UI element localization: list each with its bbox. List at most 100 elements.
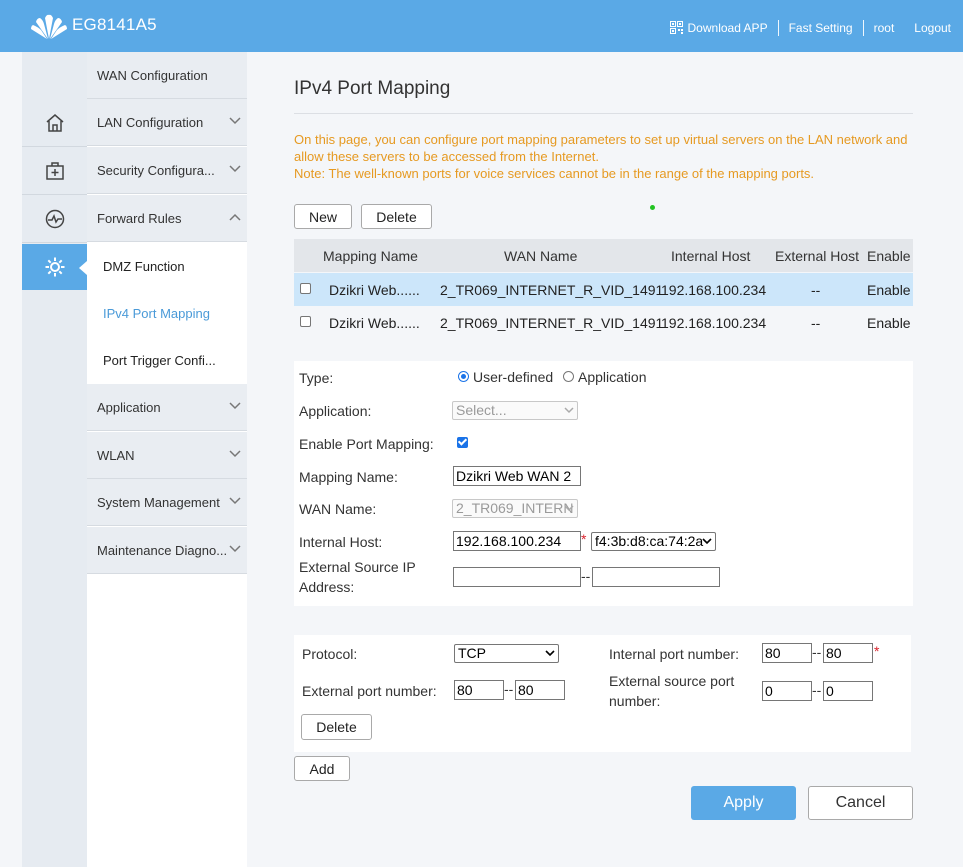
type-user-defined-radio[interactable] xyxy=(458,371,469,382)
protocol-select-value: TCP xyxy=(458,645,486,661)
qr-code-icon xyxy=(669,21,683,34)
logout-link[interactable]: Logout xyxy=(914,21,951,35)
cancel-button[interactable]: Cancel xyxy=(808,786,913,820)
wan-name-label: WAN Name: xyxy=(299,501,377,517)
rail-status[interactable] xyxy=(22,196,87,242)
type-application-label: Application xyxy=(578,369,647,385)
side-menu: WAN Configuration LAN Configuration Secu… xyxy=(87,52,247,867)
page-notice: On this page, you can configure port map… xyxy=(294,131,914,182)
application-select-value: Select... xyxy=(456,402,507,418)
chevron-down-icon xyxy=(564,505,574,512)
row-checkbox[interactable] xyxy=(300,316,311,327)
external-port-end-input[interactable] xyxy=(515,680,565,700)
menu-system-management[interactable]: System Management xyxy=(87,479,247,526)
application-select[interactable]: Select... xyxy=(452,401,578,420)
status-dot xyxy=(650,205,655,210)
link-divider xyxy=(777,20,779,36)
col-enable: Enable xyxy=(867,248,911,264)
table-header: Mapping Name WAN Name Internal Host Exte… xyxy=(294,239,913,272)
table-row[interactable]: Dzikri Web...... 2_TR069_INTERNET_R_VID_… xyxy=(294,306,913,339)
required-mark: * xyxy=(874,643,880,659)
enable-port-mapping-checkbox[interactable] xyxy=(457,437,468,448)
rail-divider xyxy=(22,194,87,195)
cell-enable: Enable xyxy=(867,282,911,298)
menu-security-configuration[interactable]: Security Configura... xyxy=(87,147,247,194)
submenu-label: Port Trigger Confi... xyxy=(103,353,216,368)
range-separator: -- xyxy=(812,682,822,698)
user-name: root xyxy=(873,21,895,35)
pulse-monitor-icon xyxy=(45,209,64,229)
add-port-range-button[interactable]: Add xyxy=(294,756,350,781)
mapping-form: Type: User-defined Application Applicati… xyxy=(294,361,913,606)
submenu-port-trigger[interactable]: Port Trigger Confi... xyxy=(87,337,247,384)
chevron-down-icon xyxy=(545,650,555,657)
external-port-start-input[interactable] xyxy=(454,680,504,700)
menu-wan-configuration[interactable]: WAN Configuration xyxy=(87,52,247,99)
fast-setting-link[interactable]: Fast Setting xyxy=(789,21,853,35)
device-model-title: EG8141A5 xyxy=(72,15,157,34)
menu-forward-rules[interactable]: Forward Rules xyxy=(87,195,247,242)
notice-description: On this page, you can configure port map… xyxy=(294,132,908,164)
external-source-ip-start-input[interactable] xyxy=(453,567,581,587)
menu-label: WLAN xyxy=(97,448,135,463)
chevron-down-icon xyxy=(229,117,241,125)
menu-label: Maintenance Diagno... xyxy=(97,543,228,558)
delete-button[interactable]: Delete xyxy=(361,204,432,229)
menu-label: Security Configura... xyxy=(97,163,215,178)
external-source-ip-end-input[interactable] xyxy=(592,567,720,587)
internal-host-input[interactable] xyxy=(453,531,581,551)
wan-name-select[interactable]: 2_TR069_INTERN xyxy=(452,499,578,518)
submenu-dmz-function[interactable]: DMZ Function xyxy=(87,243,247,290)
internal-port-start-input[interactable] xyxy=(762,643,812,663)
row-checkbox[interactable] xyxy=(300,283,311,294)
page-title: IPv4 Port Mapping xyxy=(294,78,451,99)
type-user-defined-label: User-defined xyxy=(473,369,554,385)
chevron-down-icon xyxy=(229,545,241,553)
menu-application[interactable]: Application xyxy=(87,384,247,431)
main-content: IPv4 Port Mapping On this page, you can … xyxy=(247,52,963,867)
apply-button[interactable]: Apply xyxy=(691,786,796,820)
cell-enable: Enable xyxy=(867,315,911,331)
mac-address-select-value: f4:3b:d8:ca:74:2a xyxy=(595,533,704,549)
new-button[interactable]: New xyxy=(294,204,352,229)
cell-internal-host: 192.168.100.234 xyxy=(661,315,767,331)
chevron-down-icon xyxy=(229,497,241,505)
notice-warning: Note: The well-known ports for voice ser… xyxy=(294,166,815,181)
cell-wan-name: 2_TR069_INTERNET_R_VID_1491 xyxy=(440,315,664,331)
submenu-ipv4-port-mapping[interactable]: IPv4 Port Mapping xyxy=(87,290,247,337)
rail-divider xyxy=(22,146,87,147)
rail-advanced[interactable] xyxy=(22,244,87,290)
icon-rail xyxy=(22,52,87,867)
mac-address-select[interactable]: f4:3b:d8:ca:74:2a xyxy=(591,532,716,551)
internal-host-label: Internal Host: xyxy=(299,534,383,550)
protocol-select[interactable]: TCP xyxy=(454,644,559,663)
menu-maintenance-diagnosis[interactable]: Maintenance Diagno... xyxy=(87,527,247,574)
menu-label: Forward Rules xyxy=(97,211,182,226)
col-mapping-name: Mapping Name xyxy=(323,248,418,264)
cell-mapping-name: Dzikri Web...... xyxy=(329,315,420,331)
table-row[interactable]: Dzikri Web...... 2_TR069_INTERNET_R_VID_… xyxy=(294,273,913,306)
internal-port-label: Internal port number: xyxy=(609,646,739,662)
rail-home[interactable] xyxy=(22,100,87,146)
menu-lan-configuration[interactable]: LAN Configuration xyxy=(87,99,247,146)
delete-port-range-button[interactable]: Delete xyxy=(301,714,372,740)
menu-wlan[interactable]: WLAN xyxy=(87,432,247,479)
active-notch xyxy=(79,261,87,275)
required-mark: * xyxy=(581,531,587,547)
range-separator: -- xyxy=(812,644,822,660)
menu-label: Application xyxy=(97,400,161,415)
internal-port-end-input[interactable] xyxy=(823,643,873,663)
home-icon xyxy=(46,114,63,132)
cell-wan-name: 2_TR069_INTERNET_R_VID_1491 xyxy=(440,282,664,298)
external-source-ip-label: External Source IP xyxy=(299,559,416,575)
top-bar: EG8141A5 Download APP Fast Setting root … xyxy=(0,0,963,52)
rail-diagnostics[interactable] xyxy=(22,148,87,194)
download-app-link[interactable]: Download APP xyxy=(669,21,768,35)
type-application-radio[interactable] xyxy=(563,371,574,382)
chevron-down-icon xyxy=(229,450,241,458)
external-source-port-start-input[interactable] xyxy=(762,681,812,701)
mapping-name-label: Mapping Name: xyxy=(299,469,398,485)
enable-port-mapping-label: Enable Port Mapping: xyxy=(299,436,434,452)
mapping-name-input[interactable] xyxy=(453,466,581,486)
external-source-port-end-input[interactable] xyxy=(823,681,873,701)
